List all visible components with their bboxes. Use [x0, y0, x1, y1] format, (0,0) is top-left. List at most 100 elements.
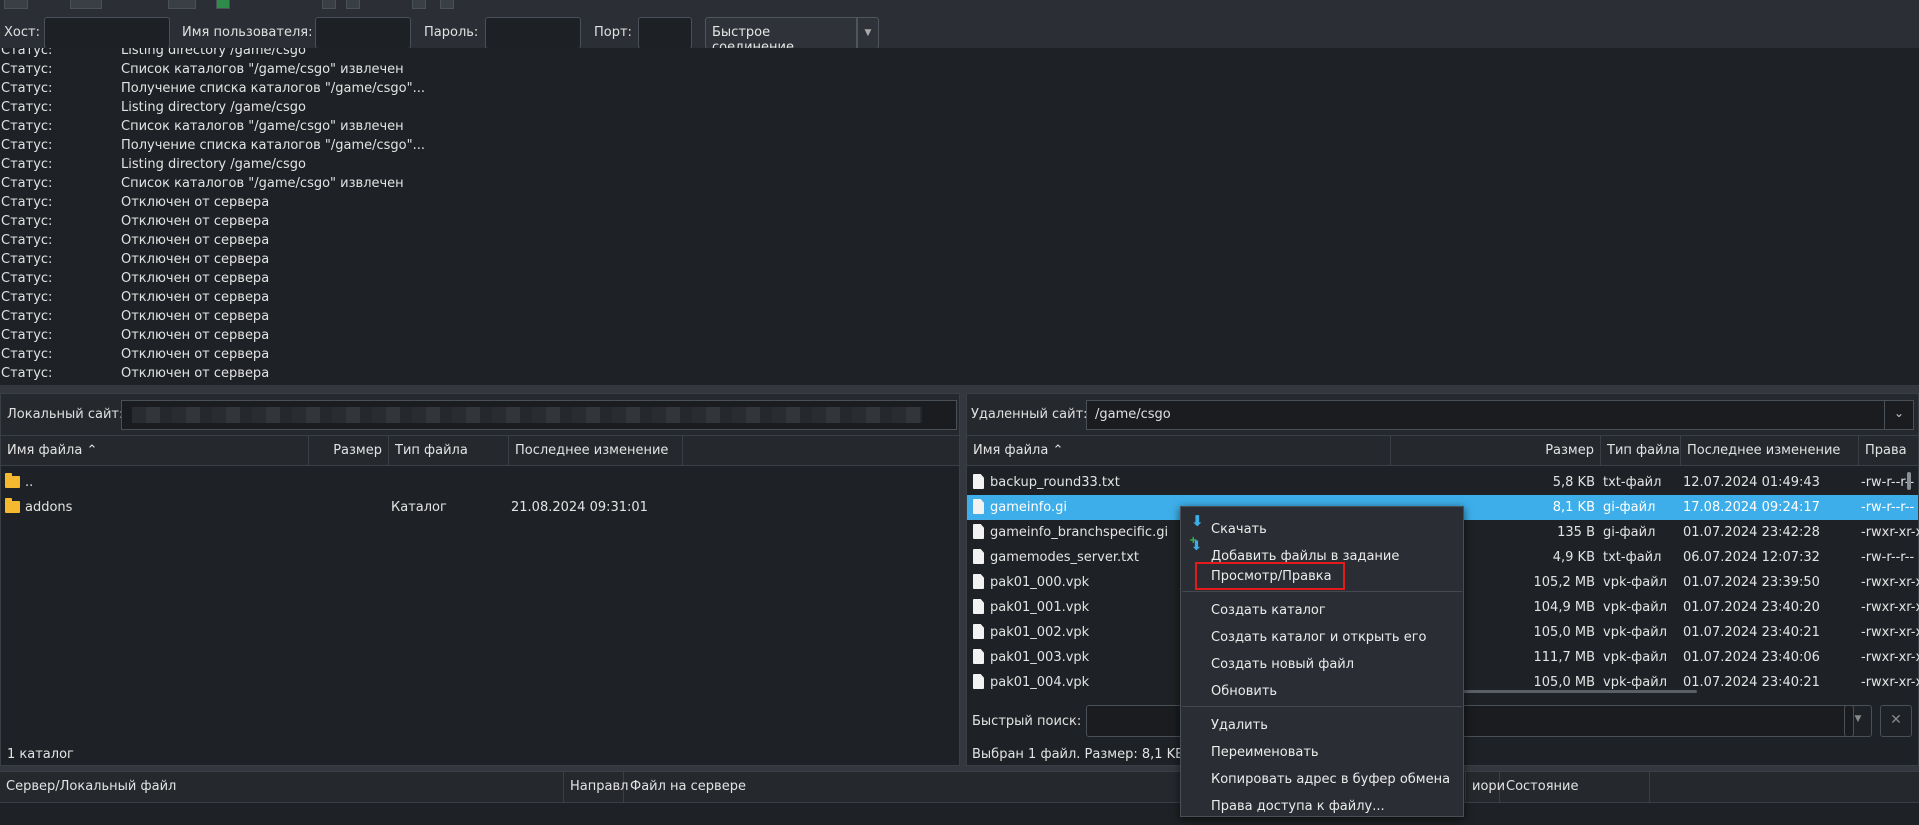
file-icon — [973, 524, 984, 539]
toolbar-button[interactable] — [346, 0, 360, 9]
password-input[interactable] — [485, 17, 581, 49]
log-message: Отключен от сервера — [121, 252, 270, 267]
file-modified: 01.07.2024 23:40:21 — [1683, 675, 1820, 690]
file-name: backup_round33.txt — [990, 475, 1120, 490]
file-modified: 12.07.2024 01:49:43 — [1683, 475, 1820, 490]
remote-col-name[interactable]: Имя файла ⌃ — [967, 436, 1391, 465]
queue-header: Сервер/Локальный файл Направл Файл на се… — [0, 771, 1919, 803]
file-type: Каталог — [391, 500, 447, 515]
remote-col-modified[interactable]: Последнее изменение — [1681, 436, 1859, 465]
reconnect-icon[interactable] — [216, 0, 230, 9]
log-message: Отключен от сервера — [121, 195, 270, 210]
toolbar-button[interactable] — [4, 0, 28, 9]
log-message: Отключен от сервера — [121, 271, 270, 286]
menu-item-create-dir-open[interactable]: Создать каталог и открыть его — [1211, 630, 1426, 645]
port-input[interactable] — [638, 17, 692, 49]
remote-scrollbar-thumb[interactable] — [1907, 472, 1911, 490]
queue-list — [0, 803, 1919, 825]
menu-item-file-perms[interactable]: Права доступа к файлу... — [1211, 799, 1385, 814]
log-message: Отключен от сервера — [121, 309, 270, 324]
queue-col-priority[interactable]: иори — [1466, 772, 1505, 802]
remote-path-input[interactable]: /game/csgo — [1086, 400, 1914, 430]
file-modified: 06.07.2024 12:07:32 — [1683, 550, 1820, 565]
host-label: Хост: — [4, 25, 40, 40]
file-perms: -rwxr-xr-x — [1861, 625, 1919, 640]
download-icon: ⬇ — [1191, 512, 1204, 530]
table-row[interactable]: .. — [1, 470, 959, 495]
username-input[interactable] — [315, 17, 411, 49]
file-perms: -rw-r--r-- — [1861, 550, 1915, 565]
file-type: vpk-файл — [1603, 650, 1668, 665]
blurred-path — [132, 407, 922, 423]
remote-path-dropdown[interactable]: ⌄ — [1884, 400, 1914, 430]
file-modified: 01.07.2024 23:40:21 — [1683, 625, 1820, 640]
log-message: Список каталогов "/game/csgo" извлечен — [121, 119, 404, 134]
context-menu: ⬇ Скачать ⬇ + Добавить файлы в задание Пр… — [1180, 506, 1464, 817]
clear-search-button[interactable]: ✕ — [1880, 705, 1912, 737]
file-icon — [973, 474, 984, 489]
remote-site-bar: Удаленный сайт: /game/csgo ⌄ — [967, 394, 1918, 436]
toolbar-button[interactable] — [70, 0, 102, 9]
file-modified: 01.07.2024 23:40:20 — [1683, 600, 1820, 615]
file-name: pak01_002.vpk — [990, 625, 1090, 640]
sort-asc-icon: ⌃ — [1052, 443, 1064, 458]
local-path-input[interactable] — [121, 400, 957, 430]
file-icon — [973, 599, 984, 614]
file-type: vpk-файл — [1603, 625, 1668, 640]
queue-col-server-local[interactable]: Сервер/Локальный файл — [0, 772, 564, 802]
chevron-down-icon: ▼ — [1854, 714, 1862, 724]
log-label: Статус: — [1, 309, 53, 324]
quick-search-options[interactable]: ▼ — [1844, 705, 1872, 737]
message-log[interactable]: Статус: Listing directory /game/csgo Стату… — [0, 48, 1919, 385]
menu-item-delete[interactable]: Удалить — [1211, 718, 1268, 733]
file-name: gameinfo.gi — [990, 500, 1068, 515]
remote-site-label: Удаленный сайт: — [971, 407, 1088, 422]
menu-item-create-dir[interactable]: Создать каталог — [1211, 603, 1326, 618]
file-name: gameinfo_branchspecific.gi — [990, 525, 1169, 540]
menu-item-copy-url[interactable]: Копировать адрес в буфер обмена — [1211, 772, 1450, 787]
menu-item-download[interactable]: Скачать — [1211, 522, 1267, 537]
toolbar-button[interactable] — [412, 0, 426, 9]
quickconnect-dropdown[interactable]: ▼ — [857, 17, 879, 49]
remote-col-perms[interactable]: Права — [1859, 436, 1918, 465]
remote-col-type[interactable]: Тип файла — [1601, 436, 1681, 465]
toolbar-button[interactable] — [168, 0, 196, 9]
queue-col-state[interactable]: Состояние — [1500, 772, 1650, 802]
highlight-box — [1195, 562, 1345, 590]
local-col-type[interactable]: Тип файла — [389, 436, 509, 465]
host-input[interactable] — [44, 17, 170, 49]
log-message: Список каталогов "/game/csgo" извлечен — [121, 62, 404, 77]
local-col-modified[interactable]: Последнее изменение — [509, 436, 683, 465]
remote-header: Имя файла ⌃ Размер Тип файла Последнее и… — [967, 436, 1918, 466]
toolbar-button[interactable] — [322, 0, 336, 9]
menu-item-rename[interactable]: Переименовать — [1211, 745, 1319, 760]
queue-col-direction[interactable]: Направл — [564, 772, 628, 802]
local-col-name[interactable]: Имя файла ⌃ — [1, 436, 309, 465]
log-message: Отключен от сервера — [121, 347, 270, 362]
log-label: Статус: — [1, 62, 53, 77]
sort-asc-icon: ⌃ — [86, 443, 98, 458]
menu-item-create-file[interactable]: Создать новый файл — [1211, 657, 1354, 672]
file-icon — [973, 624, 984, 639]
horizontal-splitter[interactable] — [0, 385, 1919, 393]
menu-separator — [1182, 591, 1462, 592]
file-type: txt-файл — [1603, 550, 1662, 565]
file-icon — [973, 649, 984, 664]
quickconnect-button[interactable]: Быстрое соединение — [705, 17, 857, 55]
log-label: Статус: — [1, 81, 53, 96]
file-icon — [973, 574, 984, 589]
local-status: 1 каталог — [7, 747, 74, 762]
log-message: Listing directory /game/csgo — [121, 157, 307, 172]
file-type: gi-файл — [1603, 525, 1656, 540]
table-row[interactable]: addons Каталог 21.08.2024 09:31:01 — [1, 495, 959, 520]
file-perms: -rwxr-xr-x — [1861, 525, 1919, 540]
username-label: Имя пользователя: — [182, 25, 313, 40]
table-row[interactable]: backup_round33.txt 5,8 KB txt-файл 12.07.20… — [967, 470, 1918, 495]
local-col-size[interactable]: Размер — [309, 436, 389, 465]
toolbar-button[interactable] — [440, 0, 454, 9]
log-label: Статус: — [1, 347, 53, 362]
menu-item-refresh[interactable]: Обновить — [1211, 684, 1277, 699]
local-header: Имя файла ⌃ Размер Тип файла Последнее и… — [1, 436, 959, 466]
remote-col-size[interactable]: Размер — [1391, 436, 1601, 465]
log-label: Статус: — [1, 100, 53, 115]
